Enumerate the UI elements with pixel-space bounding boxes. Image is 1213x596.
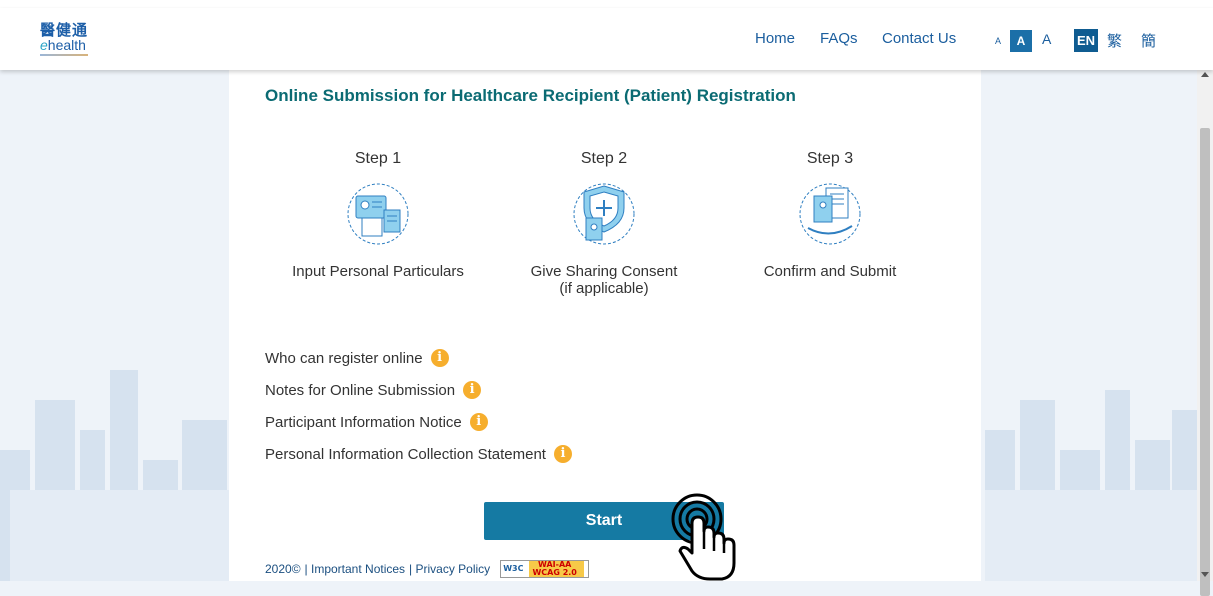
nav-faqs[interactable]: FAQs bbox=[820, 30, 858, 47]
step-description: Give Sharing Consent bbox=[530, 263, 678, 280]
hand-pointer-cursor-icon bbox=[671, 493, 736, 581]
info-link-participant-information-notice[interactable]: Participant Information Notice i bbox=[265, 413, 488, 431]
step-description: Confirm and Submit bbox=[763, 263, 897, 280]
sharing-consent-shield-icon bbox=[573, 183, 635, 245]
step-2: Step 2 Give Sharing Consent (if applicab… bbox=[494, 150, 714, 297]
info-link-notes-online-submission[interactable]: Notes for Online Submission i bbox=[265, 381, 482, 399]
copyright-text: 2020© bbox=[265, 562, 301, 576]
info-icon[interactable]: i bbox=[463, 381, 482, 399]
lang-english-button[interactable]: EN bbox=[1074, 29, 1098, 52]
step-description-note: (if applicable) bbox=[559, 280, 649, 297]
info-link-label[interactable]: Notes for Online Submission bbox=[265, 382, 455, 399]
step-3: Step 3 Confirm and Submit bbox=[720, 150, 940, 280]
important-notices-link[interactable]: | Important Notices bbox=[305, 562, 406, 576]
lang-simplified-chinese-button[interactable]: 簡 bbox=[1141, 30, 1156, 51]
scroll-up-arrow-icon[interactable] bbox=[1201, 72, 1209, 77]
step-label: Step 2 bbox=[580, 150, 628, 167]
scroll-down-arrow-icon[interactable] bbox=[1201, 572, 1209, 577]
step-label: Step 3 bbox=[806, 150, 854, 167]
page-title: Online Submission for Healthcare Recipie… bbox=[265, 86, 796, 105]
scroll-thumb[interactable] bbox=[1200, 128, 1210, 596]
personal-particulars-icon bbox=[347, 183, 409, 245]
w3c-wcag-badge[interactable]: W3C WAI-AA WCAG 2.0 bbox=[500, 560, 589, 578]
page-footer: 2020© | Important Notices | Privacy Poli… bbox=[265, 560, 593, 578]
lang-traditional-chinese-button[interactable]: 繁 bbox=[1107, 30, 1122, 51]
step-label: Step 1 bbox=[354, 150, 402, 167]
ehealth-logo[interactable]: 醫健通 ehealth bbox=[40, 22, 100, 58]
confirm-submit-document-icon bbox=[799, 183, 861, 245]
info-icon[interactable]: i bbox=[553, 445, 572, 463]
info-link-label[interactable]: Personal Information Collection Statemen… bbox=[265, 446, 546, 463]
font-size-large-button[interactable]: A bbox=[1042, 31, 1051, 47]
info-link-who-can-register[interactable]: Who can register online i bbox=[265, 349, 449, 367]
site-header: 醫健通 ehealth Home FAQs Contact Us A A A E… bbox=[0, 8, 1213, 70]
info-link-label[interactable]: Who can register online bbox=[265, 350, 423, 367]
info-icon[interactable]: i bbox=[430, 349, 449, 367]
font-size-medium-button[interactable]: A bbox=[1010, 30, 1032, 52]
nav-contact-us[interactable]: Contact Us bbox=[882, 30, 956, 47]
info-icon[interactable]: i bbox=[469, 413, 488, 431]
info-link-pics[interactable]: Personal Information Collection Statemen… bbox=[265, 445, 572, 463]
font-size-small-button[interactable]: A bbox=[995, 36, 1001, 46]
nav-home[interactable]: Home bbox=[755, 30, 795, 47]
info-link-label[interactable]: Participant Information Notice bbox=[265, 414, 462, 431]
logo-underline bbox=[40, 54, 88, 56]
vertical-scrollbar[interactable] bbox=[1197, 70, 1213, 596]
registration-card: Online Submission for Healthcare Recipie… bbox=[229, 70, 981, 581]
step-1: Step 1 Input Personal Particulars bbox=[268, 150, 488, 280]
top-strip bbox=[0, 0, 1213, 8]
privacy-policy-link[interactable]: | Privacy Policy bbox=[409, 562, 490, 576]
logo-chinese-text: 醫健通 bbox=[40, 21, 89, 39]
step-description: Input Personal Particulars bbox=[292, 263, 464, 280]
logo-english-text: ehealth bbox=[40, 37, 86, 53]
